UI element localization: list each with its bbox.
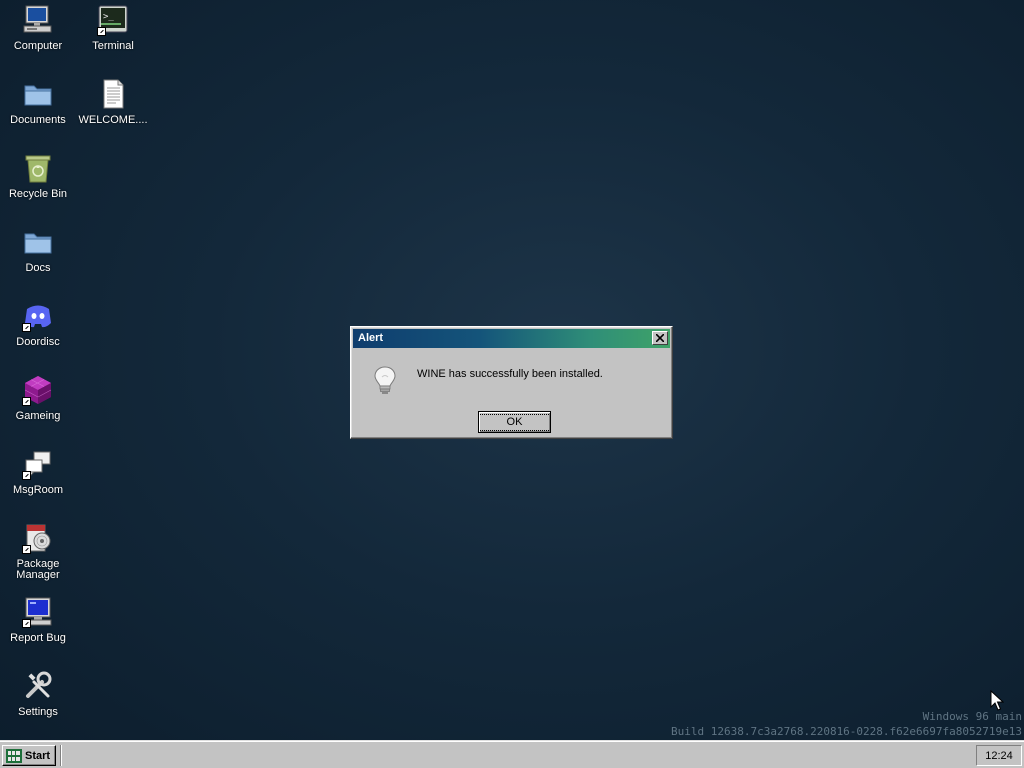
alert-dialog: Alert WINE has successfully been install… — [350, 326, 673, 439]
shortcut-arrow-icon — [22, 619, 31, 628]
taskbar: Start 12:24 — [0, 740, 1024, 768]
ok-button-label: OK — [477, 413, 552, 431]
desktop-icon-package-manager[interactable]: Package Manager — [0, 520, 76, 590]
mouse-pointer-icon — [990, 690, 1004, 711]
build-watermark: Windows 96 main Build 12638.7c3a2768.220… — [671, 709, 1022, 739]
recycle-bin-icon — [22, 152, 54, 184]
desktop-icon-doordisc[interactable]: Doordisc — [0, 298, 76, 368]
desktop-icon-label: Recycle Bin — [8, 188, 68, 200]
ok-button[interactable]: OK — [477, 411, 552, 433]
taskbar-divider — [60, 745, 62, 766]
watermark-build: Build 12638.7c3a2768.220816-0228.f62e669… — [671, 725, 1022, 738]
watermark-os-name: Windows 96 main — [922, 710, 1022, 723]
doordisc-icon — [22, 300, 54, 332]
desktop-icon-label: Gameing — [15, 410, 61, 422]
desktop-icon-label: Package Manager — [16, 558, 60, 581]
desktop-icon-settings[interactable]: Settings — [0, 668, 76, 738]
text-document-icon — [97, 78, 129, 110]
alert-message: WINE has successfully been installed. — [417, 368, 603, 380]
msgroom-icon — [22, 448, 54, 480]
desktop-icon-gameing[interactable]: Gameing — [0, 372, 76, 442]
alert-titlebar[interactable]: Alert — [353, 329, 670, 348]
desktop-icon-label: Docs — [25, 262, 51, 274]
shortcut-arrow-icon — [97, 27, 106, 36]
desktop-icon-label: WELCOME.... — [78, 114, 148, 126]
computer-icon — [22, 4, 54, 36]
start-label: Start — [25, 749, 51, 762]
folder-icon — [22, 226, 54, 258]
desktop-icon-recycle-bin[interactable]: Recycle Bin — [0, 150, 76, 220]
desktop[interactable]: Computer >_ Terminal Documents WELCOME..… — [0, 0, 1024, 740]
desktop-icon-computer[interactable]: Computer — [0, 2, 76, 72]
desktop-icon-terminal[interactable]: >_ Terminal — [75, 2, 151, 72]
shortcut-arrow-icon — [22, 397, 31, 406]
start-button[interactable]: Start — [2, 745, 56, 766]
package-manager-icon — [22, 522, 54, 554]
alert-title: Alert — [358, 332, 384, 344]
tray-clock[interactable]: 12:24 — [976, 745, 1022, 766]
terminal-icon: >_ — [97, 4, 129, 36]
settings-icon — [22, 670, 54, 702]
folder-icon — [22, 78, 54, 110]
desktop-icon-label: Report Bug — [10, 632, 66, 644]
desktop-icon-label: Terminal — [92, 40, 134, 52]
desktop-icon-documents[interactable]: Documents — [0, 76, 76, 146]
desktop-icon-label: Computer — [13, 40, 63, 52]
desktop-icon-docs[interactable]: Docs — [0, 224, 76, 294]
desktop-icon-welcome[interactable]: WELCOME.... — [75, 76, 151, 146]
close-button[interactable] — [652, 331, 668, 345]
shortcut-arrow-icon — [22, 471, 31, 480]
lightbulb-icon — [373, 365, 397, 397]
desktop-icon-report-bug[interactable]: Report Bug — [0, 594, 76, 664]
desktop-icon-msgroom[interactable]: MsgRoom — [0, 446, 76, 516]
desktop-icon-label: Settings — [18, 706, 58, 718]
report-bug-icon — [22, 596, 54, 628]
start-logo-icon — [6, 748, 22, 763]
desktop-icon-label: Doordisc — [16, 336, 60, 348]
cube-icon — [22, 374, 54, 406]
desktop-icon-label: Documents — [10, 114, 66, 126]
shortcut-arrow-icon — [22, 323, 31, 332]
shortcut-arrow-icon — [22, 545, 31, 554]
close-icon — [656, 334, 664, 342]
desktop-icon-label: MsgRoom — [12, 484, 64, 496]
svg-text:>_: >_ — [103, 12, 114, 22]
